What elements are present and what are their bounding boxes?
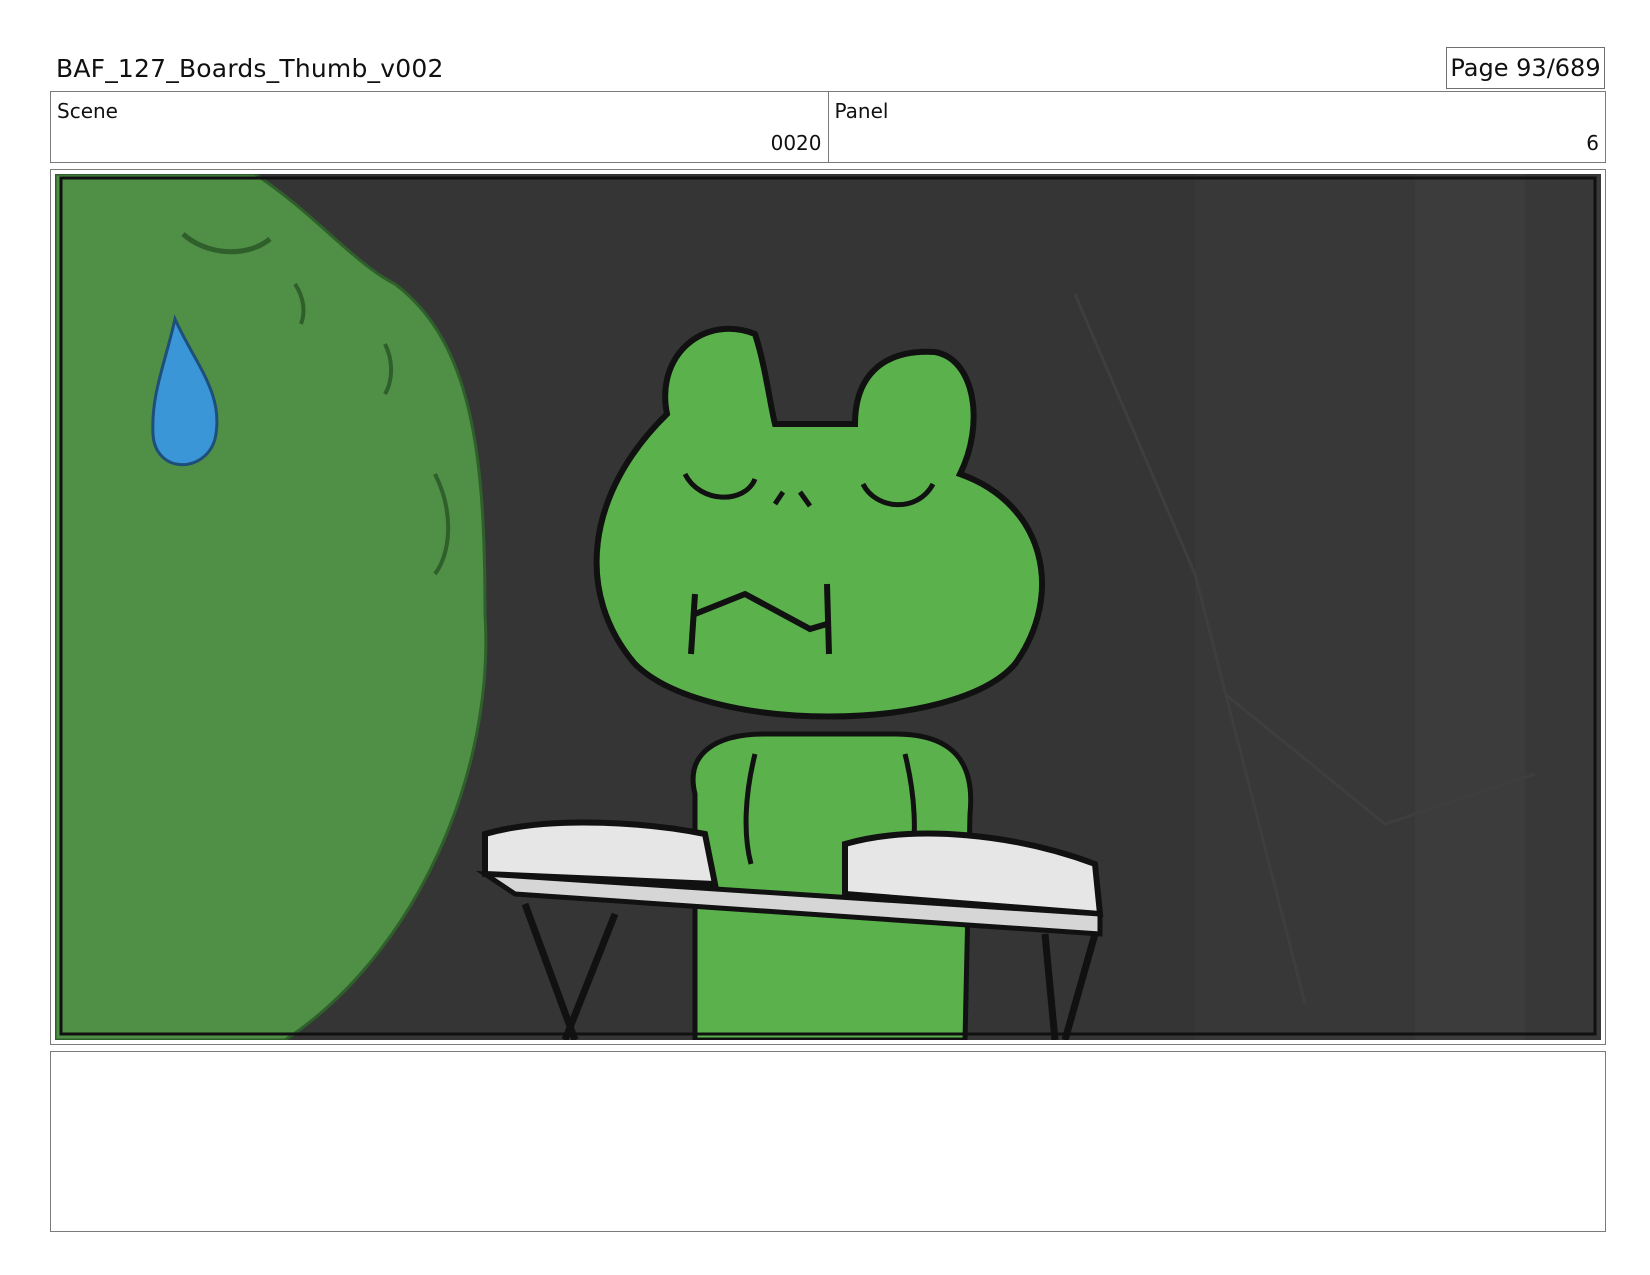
page-number: 93/689	[1516, 54, 1601, 82]
panel-value: 6	[1586, 131, 1599, 155]
background-wall-panel	[1195, 174, 1601, 1040]
frog-cheek-left	[688, 593, 698, 655]
notes-box	[50, 1051, 1606, 1232]
panel-illustration	[55, 174, 1601, 1040]
page-indicator: Page 93/689	[1446, 47, 1605, 89]
storyboard-frame	[50, 169, 1606, 1045]
storyboard-panel-art	[55, 174, 1601, 1040]
doc-title: BAF_127_Boards_Thumb_v002	[56, 54, 444, 83]
frog-cheek-right	[824, 583, 832, 655]
scene-panel-row: Scene 0020 Panel 6	[50, 91, 1606, 163]
scene-cell: Scene 0020	[51, 92, 828, 162]
page-label: Page	[1450, 54, 1509, 82]
scene-value: 0020	[770, 131, 822, 155]
scene-label: Scene	[57, 99, 118, 123]
panel-label: Panel	[834, 99, 889, 123]
panel-cell: Panel 6	[827, 92, 1606, 162]
background-wall-strip	[1415, 174, 1525, 1040]
